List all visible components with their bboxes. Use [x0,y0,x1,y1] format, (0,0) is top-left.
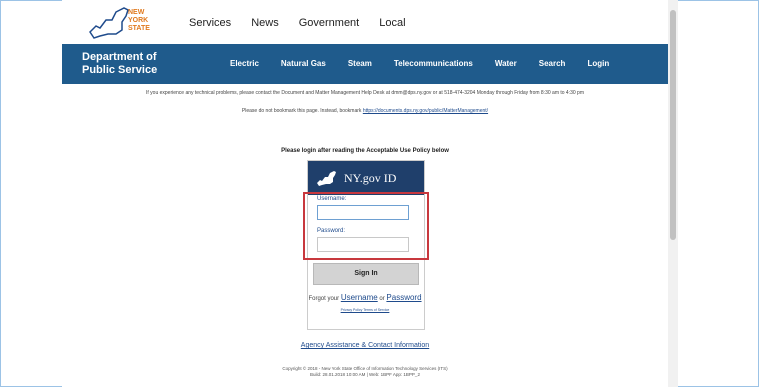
svg-text:NEW: NEW [128,9,145,16]
svg-text:YORK: YORK [128,17,148,24]
nav-telecommunications[interactable]: Telecommunications [394,59,473,68]
forgot-password-link[interactable]: Password [386,293,421,302]
web-page: NEW YORK STATE Services News Government … [62,0,668,387]
sign-in-button[interactable]: Sign In [313,263,419,285]
ny-state-shape-icon [317,171,336,186]
agency-nav-bar: Department of Public Service Electric Na… [62,44,668,84]
scrollbar-thumb[interactable] [670,10,676,240]
top-nav: Services News Government Local [189,17,406,29]
agency-assistance: Agency Assistance & Contact Information [62,342,668,349]
username-label: Username: [317,196,347,202]
card-header: NY.gov ID [308,161,424,195]
policy-links: Privacy Policy Terms of Service [307,308,423,312]
username-input[interactable] [317,205,409,220]
password-label: Password: [317,228,346,234]
agency-assistance-link[interactable]: Agency Assistance & Contact Information [301,342,429,349]
nav-government[interactable]: Government [299,17,360,29]
nav-steam[interactable]: Steam [348,59,372,68]
nav-water[interactable]: Water [495,59,517,68]
agency-nav: Electric Natural Gas Steam Telecommunica… [230,59,609,68]
nav-services[interactable]: Services [189,17,231,29]
nav-login[interactable]: Login [587,59,609,68]
policy-link[interactable]: Privacy Policy Terms of Service [341,308,390,312]
nav-electric[interactable]: Electric [230,59,259,68]
footer: Copyright © 2018 - New York State Office… [282,366,448,377]
bookmark-link[interactable]: https://documents.dps.ny.gov/public/Matt… [363,108,488,114]
nav-search[interactable]: Search [539,59,566,68]
bookmark-notice: Please do not bookmark this page. Instea… [241,108,489,114]
help-desk-notice: If you experience any technical problems… [146,90,584,96]
nav-local[interactable]: Local [379,17,405,29]
forgot-credentials: Forgot your Username or Password [308,293,422,302]
ny-state-logo-icon[interactable]: NEW YORK STATE [86,2,156,42]
card-title: NY.gov ID [344,171,397,185]
forgot-username-link[interactable]: Username [341,293,378,302]
nav-natural-gas[interactable]: Natural Gas [281,59,326,68]
department-title[interactable]: Department of Public Service [82,51,157,77]
nav-news[interactable]: News [251,17,279,29]
login-heading: Please login after reading the Acceptabl… [281,148,449,154]
password-input[interactable] [317,237,409,252]
svg-text:STATE: STATE [128,25,150,32]
state-header: NEW YORK STATE Services News Government … [62,0,668,44]
